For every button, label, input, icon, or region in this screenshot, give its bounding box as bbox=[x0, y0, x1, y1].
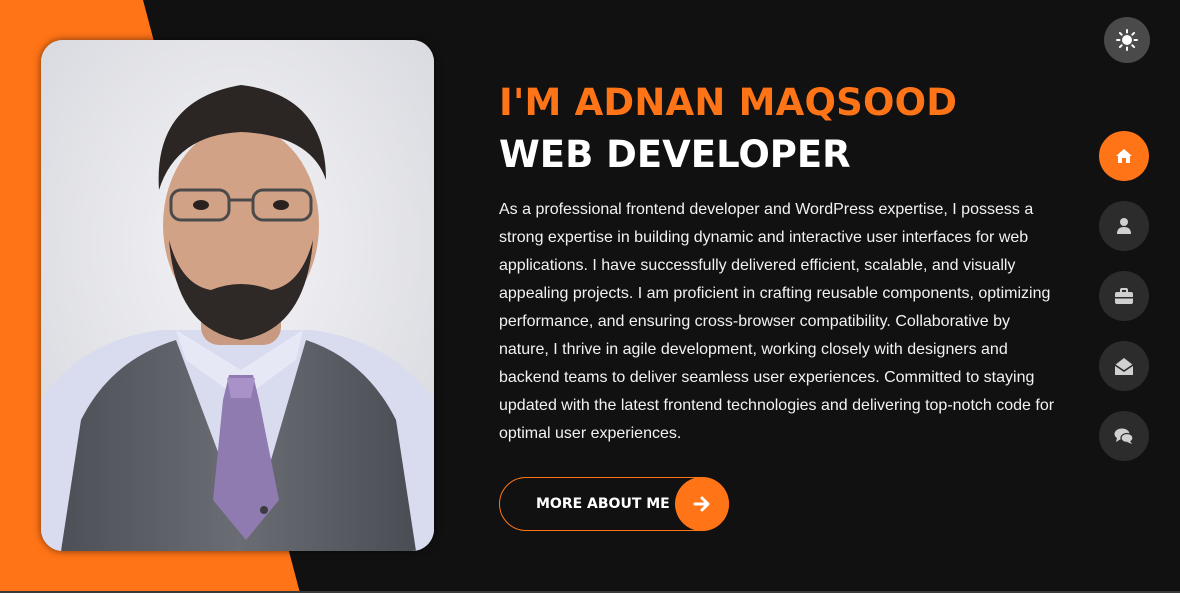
nav-about-button[interactable] bbox=[1099, 201, 1149, 251]
nav-contact-button[interactable] bbox=[1099, 341, 1149, 391]
nav-home-button[interactable] bbox=[1099, 131, 1149, 181]
hero-content: I'M ADNAN MAQSOOD WEB DEVELOPER As a pro… bbox=[499, 80, 1059, 448]
theme-toggle-button[interactable] bbox=[1104, 17, 1150, 63]
bio-text: As a professional frontend developer and… bbox=[499, 201, 1055, 442]
more-about-me-label: MORE ABOUT ME bbox=[536, 496, 670, 512]
comments-icon bbox=[1114, 428, 1134, 444]
sun-icon bbox=[1116, 29, 1138, 51]
envelope-open-icon bbox=[1114, 357, 1134, 375]
arrow-right-icon bbox=[675, 477, 729, 531]
role-heading: WEB DEVELOPER bbox=[499, 133, 851, 176]
profile-photo bbox=[41, 40, 434, 551]
home-icon bbox=[1116, 149, 1132, 163]
user-icon bbox=[1117, 218, 1131, 234]
more-about-me-button[interactable]: MORE ABOUT ME bbox=[499, 477, 729, 531]
nav-blog-button[interactable] bbox=[1099, 411, 1149, 461]
briefcase-icon bbox=[1115, 287, 1133, 304]
name-heading: I'M ADNAN MAQSOOD bbox=[499, 81, 958, 124]
nav-portfolio-button[interactable] bbox=[1099, 271, 1149, 321]
